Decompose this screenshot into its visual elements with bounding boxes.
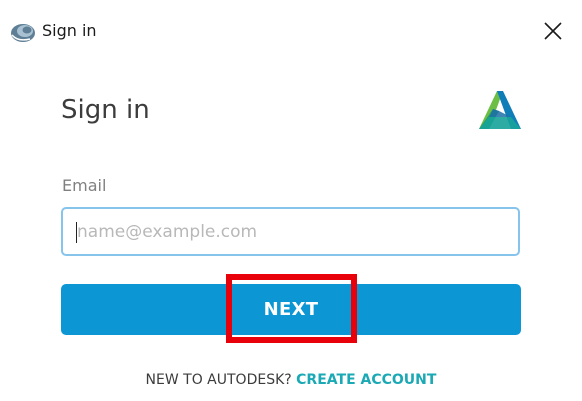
page-title: Sign in	[61, 95, 150, 125]
title-bar: Sign in	[0, 0, 582, 64]
close-button[interactable]	[540, 18, 566, 44]
new-user-prompt: NEW TO AUTODESK?	[145, 372, 297, 388]
create-account-link[interactable]: CREATE ACCOUNT	[296, 372, 436, 388]
autodesk-logo	[479, 91, 521, 129]
text-caret	[76, 222, 77, 243]
footer: NEW TO AUTODESK? CREATE ACCOUNT	[0, 368, 582, 392]
close-icon	[544, 22, 562, 40]
next-button[interactable]: NEXT	[61, 284, 521, 335]
email-label: Email	[62, 176, 107, 195]
email-field[interactable]	[61, 207, 520, 256]
autodesk-app-icon	[11, 24, 35, 42]
window-title: Sign in	[42, 21, 97, 40]
